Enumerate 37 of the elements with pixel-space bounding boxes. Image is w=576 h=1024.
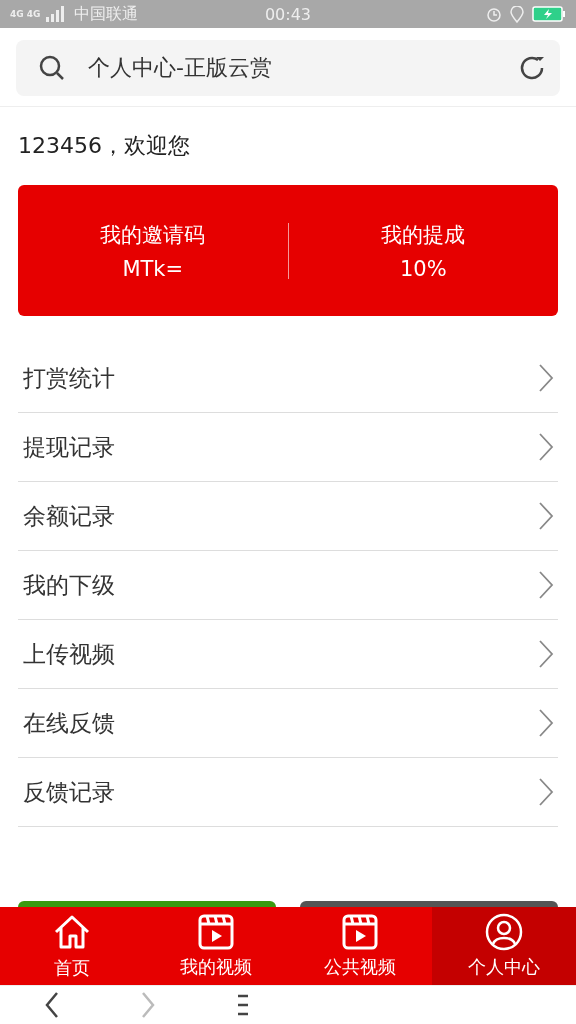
network-indicator: 4G 4G bbox=[10, 9, 41, 19]
menu-item[interactable]: 反馈记录 bbox=[18, 758, 558, 827]
back-button[interactable] bbox=[44, 991, 60, 1019]
chevron-icon bbox=[538, 570, 554, 600]
stat-label: 我的提成 bbox=[381, 221, 466, 249]
chevron-icon bbox=[538, 501, 554, 531]
menu-item[interactable]: 打赏统计 bbox=[18, 344, 558, 413]
location-icon bbox=[510, 5, 524, 23]
carrier-name: 中国联通 bbox=[74, 3, 139, 25]
chevron-icon bbox=[538, 432, 554, 462]
menu-item[interactable]: 上传视频 bbox=[18, 620, 558, 689]
page-title: 个人中心-正版云赏 bbox=[88, 54, 273, 82]
alarm-icon bbox=[486, 6, 502, 22]
menu-item[interactable]: 我的下级 bbox=[18, 551, 558, 620]
welcome-text: 123456，欢迎您 bbox=[18, 132, 191, 160]
menu-item[interactable]: 余额记录 bbox=[18, 482, 558, 551]
menu-item[interactable]: 提现记录 bbox=[18, 413, 558, 482]
stat-value: 10% bbox=[399, 256, 447, 281]
video-icon bbox=[197, 913, 235, 951]
tab-item[interactable]: 个人中心 bbox=[432, 907, 576, 985]
clock-time: 00:43 bbox=[264, 4, 312, 24]
chevron-icon bbox=[538, 639, 554, 669]
address-bar[interactable]: 个人中心-正版云赏 bbox=[16, 40, 560, 96]
chevron-icon bbox=[538, 363, 554, 393]
menu-item[interactable]: 在线反馈 bbox=[18, 689, 558, 758]
tab-item[interactable]: 我的视频 bbox=[144, 907, 288, 985]
tab-item[interactable]: 首页 bbox=[0, 907, 144, 985]
chevron-icon bbox=[538, 708, 554, 738]
user-icon bbox=[485, 913, 523, 951]
refresh-icon[interactable] bbox=[518, 54, 546, 82]
stat-label: 我的邀请码 bbox=[100, 221, 206, 249]
tab-item[interactable]: 公共视频 bbox=[288, 907, 432, 985]
stat-value: MTk= bbox=[122, 256, 184, 281]
search-icon bbox=[38, 54, 66, 82]
video-icon bbox=[341, 913, 379, 951]
chevron-icon bbox=[538, 777, 554, 807]
battery-icon bbox=[532, 6, 566, 22]
